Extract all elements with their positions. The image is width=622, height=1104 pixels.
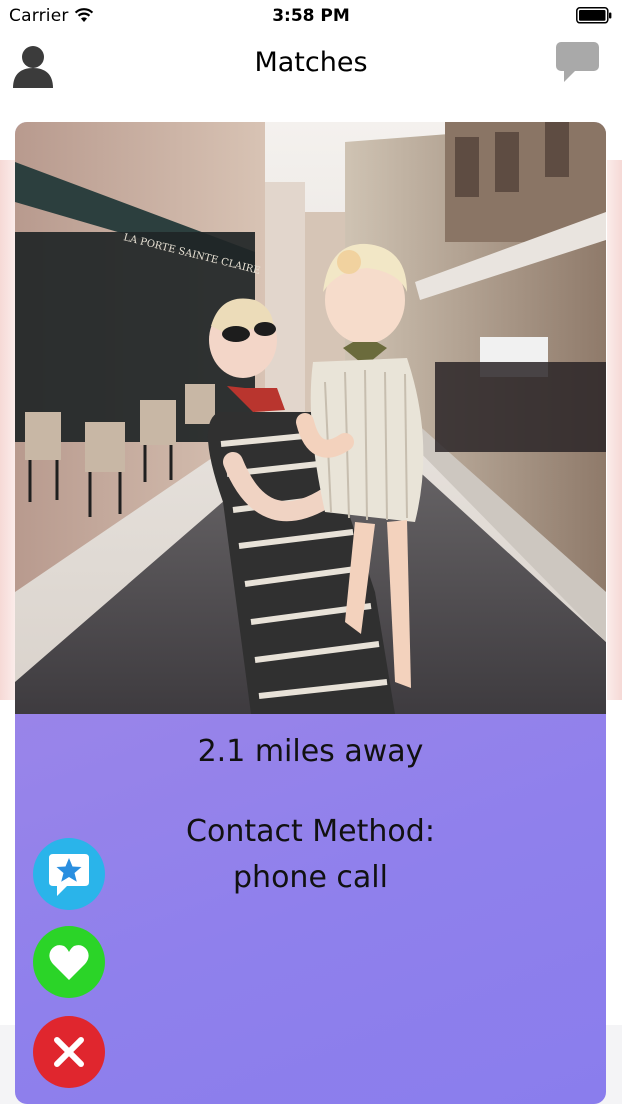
super-like-message-button[interactable] [33,838,105,910]
messages-button[interactable] [554,40,602,86]
chat-bubble-icon [554,42,602,90]
right-card-edge [607,160,622,700]
close-x-icon [33,1016,105,1088]
battery-icon [576,7,612,24]
navigation-bar: Matches [0,32,622,98]
star-message-icon [33,838,105,910]
status-bar: Carrier 3:58 PM [0,0,622,32]
profile-photo: LA PORTE SAINTE CLAIRE [15,122,606,714]
status-time: 3:58 PM [272,6,350,26]
distance-label: 2.1 miles away [197,734,424,769]
dismiss-button[interactable] [33,1016,105,1088]
page-title: Matches [254,47,368,78]
profile-icon [11,46,55,96]
left-card-edge [0,160,15,700]
like-button[interactable] [33,926,105,998]
heart-icon [33,926,105,998]
